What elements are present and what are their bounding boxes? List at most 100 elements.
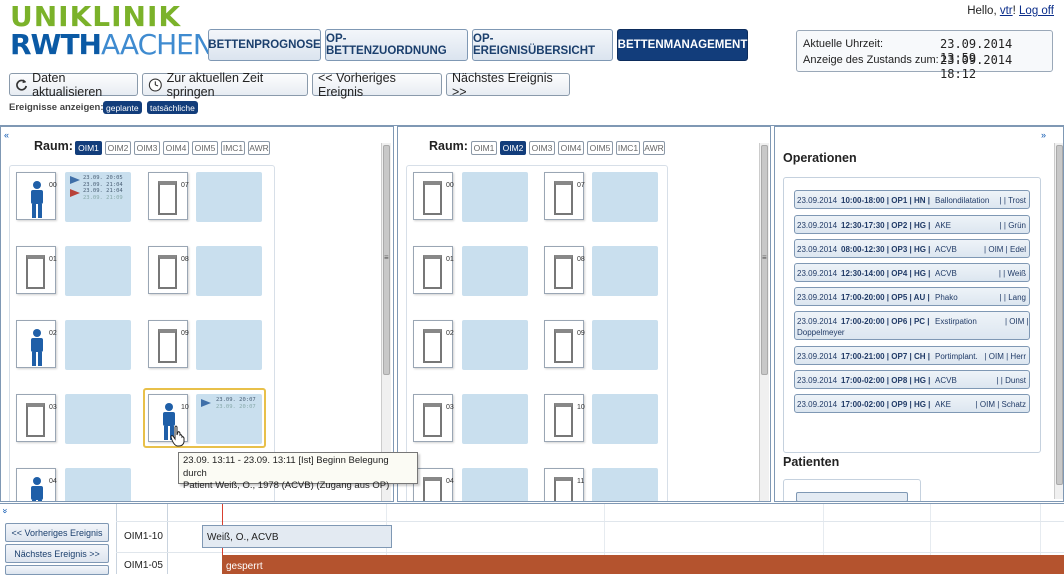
operation-item[interactable]: 23.09.2014 17:00-20:00 | OP5 | AU | Phako |… <box>794 287 1030 306</box>
operation-item[interactable]: 23.09.2014 12:30-14:00 | OP4 | HG | ACVB | … <box>794 263 1030 282</box>
timeline-bar-patient[interactable]: Weiß, O., ACVB <box>202 525 392 548</box>
operation-item[interactable]: 23.09.2014 08:00-12:30 | OP3 | HG | ACVB | … <box>794 239 1030 258</box>
patients-title: Patienten <box>783 455 840 469</box>
op-procedure: Phako <box>935 293 958 302</box>
bed-status-box[interactable] <box>592 394 658 444</box>
bed-number: 11 <box>577 478 585 485</box>
timeline-extra-button[interactable] <box>5 565 109 575</box>
bed-icon[interactable]: 08 <box>148 246 189 294</box>
nav-op-bettenzuordnung[interactable]: OP-BETTENZUORDNUNG <box>325 29 468 61</box>
bed-event: 23.09. 21:04 <box>83 188 123 194</box>
tab-oim5-2[interactable]: OIM5 <box>587 141 613 155</box>
bed-status-box[interactable] <box>462 320 528 370</box>
bed-status-box[interactable] <box>592 320 658 370</box>
collapse-right-icon[interactable]: » <box>1041 130 1046 140</box>
operations-scrollbar-thumb[interactable] <box>1056 145 1063 485</box>
nav-bettenmanagement[interactable]: BETTENMANAGEMENT <box>617 29 748 61</box>
bed-status-box[interactable] <box>592 468 658 501</box>
bed-icon[interactable]: 03 <box>413 394 454 442</box>
bed-status-box[interactable] <box>196 172 262 222</box>
bed-status-box[interactable]: 23.09. 20:07 23.09. 20:07 <box>196 394 262 444</box>
tab-awr[interactable]: AWR <box>248 141 270 155</box>
bed-status-box[interactable] <box>196 320 262 370</box>
bed-icon[interactable]: 10 <box>544 394 585 442</box>
bed-number: 10 <box>181 404 189 411</box>
bed-icon[interactable]: 01 <box>16 246 57 294</box>
events-actual-toggle[interactable]: tatsächliche <box>147 101 198 114</box>
bed-status-box[interactable] <box>65 394 131 444</box>
scrollbar[interactable] <box>381 143 391 501</box>
empty-bed-icon <box>554 329 573 363</box>
bed-status-box[interactable] <box>592 172 658 222</box>
tooltip-line1: 23.09. 13:11 - 23.09. 13:11 [Ist] Beginn… <box>183 455 389 479</box>
op-date: 23.09.2014 <box>797 196 838 205</box>
bed-icon[interactable]: 01 <box>413 246 454 294</box>
bed-icon[interactable]: 02 <box>16 320 57 368</box>
room-panel-1: « Raum: OIM1 OIM2 OIM3 OIM4 OIM5 IMC1 AW… <box>0 126 394 502</box>
bed-icon[interactable]: 00 <box>16 172 57 220</box>
nav-op-ereignisuebersicht[interactable]: OP-EREIGNISÜBERSICHT <box>472 29 613 61</box>
bed-icon[interactable]: 11 <box>544 468 585 501</box>
tab-oim1[interactable]: OIM1 <box>75 141 102 155</box>
bed-icon[interactable]: 09 <box>544 320 585 368</box>
bed-icon[interactable]: 07 <box>148 172 189 220</box>
refresh-button[interactable]: Daten aktualisieren <box>9 71 138 99</box>
operation-item[interactable]: 23.09.2014 12:30-17:30 | OP2 | HG | AKE | |… <box>794 215 1030 234</box>
bed-icon[interactable]: 04 <box>16 468 57 501</box>
tab-oim3[interactable]: OIM3 <box>134 141 160 155</box>
operation-item[interactable]: 23.09.2014 10:00-18:00 | OP1 | HN | Ballon… <box>794 190 1030 209</box>
jump-now-button[interactable]: Zur aktuellen Zeit springen <box>142 71 308 99</box>
bed-icon[interactable]: 07 <box>544 172 585 220</box>
scrollbar-2[interactable] <box>759 143 769 501</box>
bed-status-box[interactable] <box>65 246 131 296</box>
collapse-timeline-icon[interactable]: » <box>1 508 11 513</box>
tab-imc1-2[interactable]: IMC1 <box>616 141 640 155</box>
bed-status-box[interactable] <box>592 246 658 296</box>
bed-status-box[interactable] <box>196 246 262 296</box>
prev-event-button[interactable]: << Vorheriges Ereignis <box>312 71 442 99</box>
next-event-button[interactable]: Nächstes Ereignis >> <box>446 71 570 99</box>
bed-number: 02 <box>446 330 454 337</box>
logoff-link[interactable]: Log off <box>1019 5 1054 17</box>
collapse-left-icon[interactable]: « <box>4 130 9 140</box>
tab-awr-2[interactable]: AWR <box>643 141 665 155</box>
tab-oim2-2[interactable]: OIM2 <box>500 141 526 155</box>
bed-status-box[interactable] <box>65 468 131 501</box>
tab-oim4-2[interactable]: OIM4 <box>558 141 584 155</box>
bed-status-box[interactable] <box>462 394 528 444</box>
bed-icon[interactable]: 03 <box>16 394 57 442</box>
bed-status-box[interactable] <box>462 172 528 222</box>
bed-icon[interactable]: 08 <box>544 246 585 294</box>
flag-icon <box>201 399 211 407</box>
empty-bed-icon <box>554 181 573 215</box>
user-link[interactable]: vtr <box>1000 5 1013 17</box>
bed-icon[interactable]: 04 <box>413 468 454 501</box>
bed-status-box[interactable] <box>462 468 528 501</box>
tab-oim2[interactable]: OIM2 <box>105 141 131 155</box>
operation-item[interactable]: 23.09.2014 17:00-21:00 | OP7 | CH | Portim… <box>794 346 1030 365</box>
patient-entry[interactable] <box>796 492 908 501</box>
tab-imc1[interactable]: IMC1 <box>221 141 245 155</box>
tab-oim4[interactable]: OIM4 <box>163 141 189 155</box>
events-planned-toggle[interactable]: geplante <box>103 101 142 114</box>
tab-oim5[interactable]: OIM5 <box>192 141 218 155</box>
bed-icon[interactable]: 09 <box>148 320 189 368</box>
nav-bettenprognose[interactable]: BETTENPROGNOSE <box>208 29 321 61</box>
bed-icon[interactable]: 00 <box>413 172 454 220</box>
tab-oim1-2[interactable]: OIM1 <box>471 141 497 155</box>
bed-status-box[interactable] <box>462 246 528 296</box>
operation-item[interactable]: 23.09.2014 17:00-20:00 | OP6 | PC | Exstir… <box>794 311 1030 340</box>
resize-handle-2-icon[interactable]: ≡ <box>762 253 767 262</box>
operation-item[interactable]: 23.09.2014 17:00-02:00 | OP8 | HG | ACVB | … <box>794 370 1030 389</box>
bed-status-box[interactable]: 23.09. 20:05 23.09. 21:04 23.09. 21:04 2… <box>65 172 131 222</box>
operation-item[interactable]: 23.09.2014 17:00-02:00 | OP9 | HG | AKE | O… <box>794 394 1030 413</box>
bed-status-box[interactable] <box>65 320 131 370</box>
bed-number: 00 <box>446 182 454 189</box>
resize-handle-icon[interactable]: ≡ <box>384 253 389 262</box>
tab-oim3-2[interactable]: OIM3 <box>529 141 555 155</box>
timeline-next-button[interactable]: Nächstes Ereignis >> <box>5 544 109 563</box>
timeline-bar-blocked[interactable]: gesperrt <box>222 555 1064 574</box>
bed-icon[interactable]: 02 <box>413 320 454 368</box>
timeline-prev-button[interactable]: << Vorheriges Ereignis <box>5 523 109 542</box>
operations-scrollbar[interactable] <box>1054 143 1063 499</box>
